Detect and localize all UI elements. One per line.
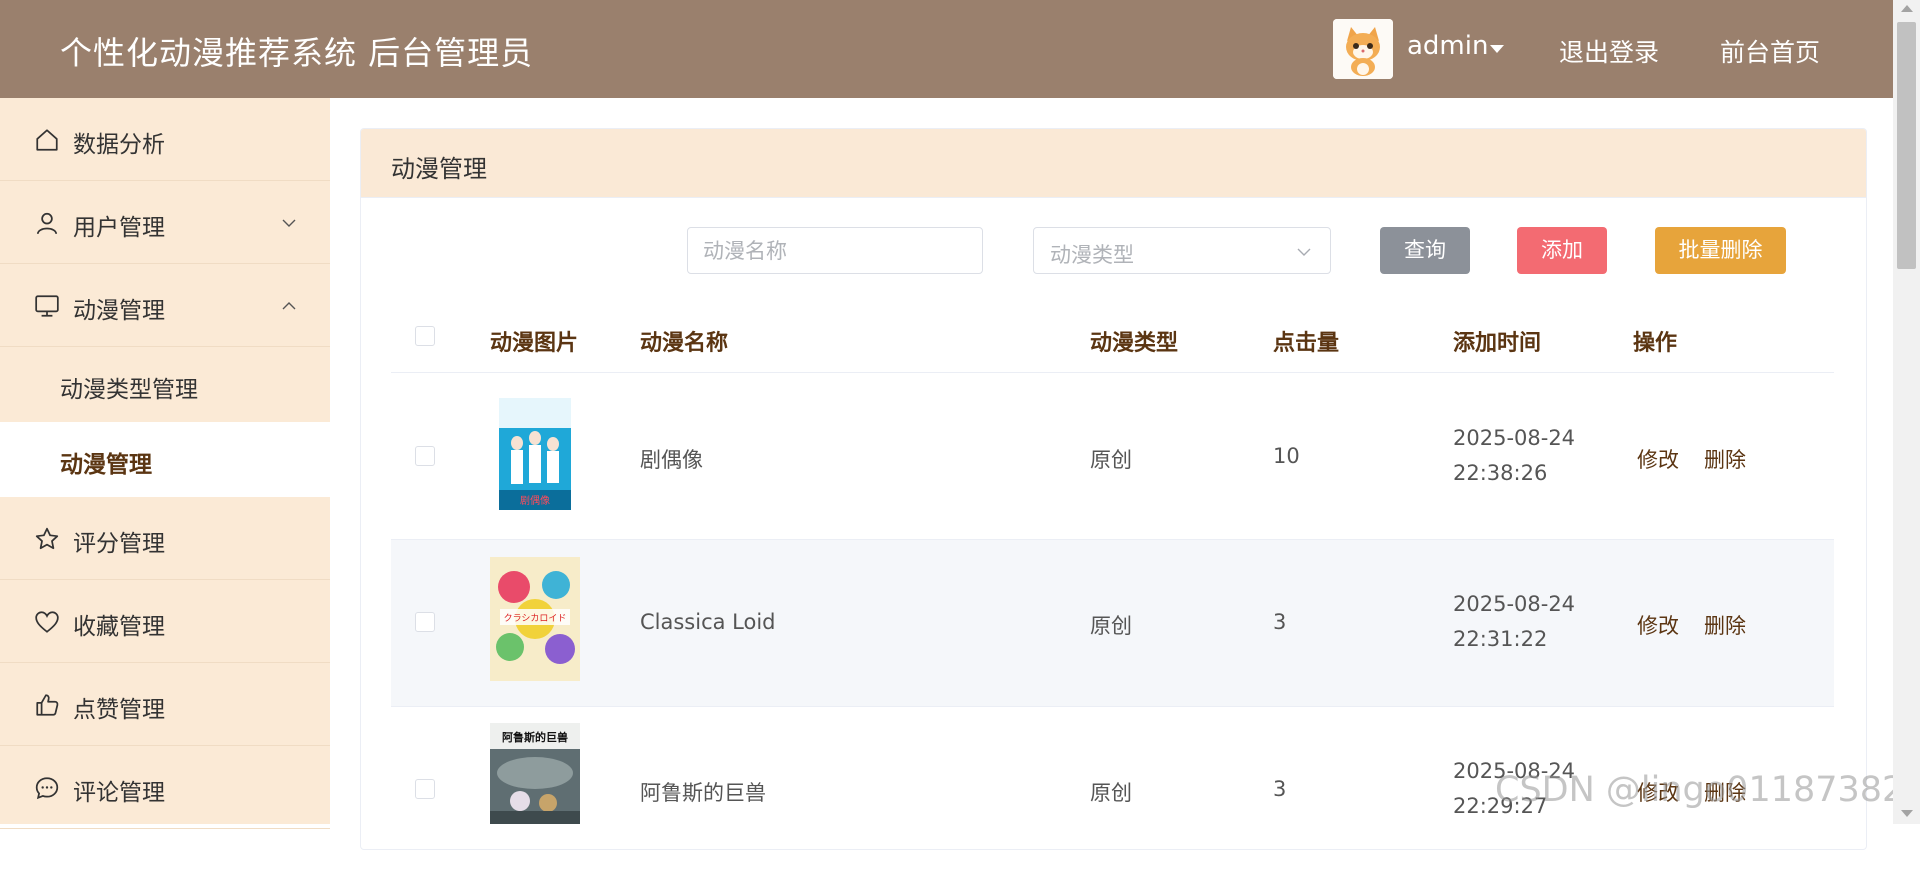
chevron-down-icon[interactable] (1490, 45, 1504, 53)
home-icon (36, 129, 58, 151)
anime-poster: 剧偶像 (499, 398, 571, 510)
monitor-icon (35, 295, 59, 317)
clicks-cell: 3 (1273, 777, 1287, 801)
column-header-name: 动漫名称 (640, 331, 729, 356)
top-header: 个性化动漫推荐系统 后台管理员 admin 退出登录 前台首页 (0, 0, 1920, 98)
sidebar-item-label: 收藏管理 (73, 614, 165, 640)
star-icon (35, 527, 59, 550)
sidebar-item-user-management[interactable]: 用户管理 (0, 181, 330, 264)
chat-bubble-icon (35, 777, 59, 800)
row-checkbox[interactable] (415, 446, 435, 466)
heart-icon (35, 611, 59, 633)
chevron-up-icon (282, 302, 296, 310)
delete-link[interactable]: 删除 (1704, 444, 1746, 474)
sidebar-item-label: 点赞管理 (73, 697, 165, 723)
sidebar-item-label: 评论管理 (73, 780, 165, 806)
anime-type-select-placeholder: 动漫类型 (1050, 243, 1134, 267)
edit-link[interactable]: 修改 (1637, 610, 1679, 640)
anime-type-cell: 原创 (1090, 781, 1132, 805)
poster-title-text: 剧偶像 (520, 494, 550, 507)
sidebar-item-anime-management[interactable]: 动漫管理 (0, 264, 330, 347)
sidebar-item-likes-management[interactable]: 点赞管理 (0, 663, 330, 746)
added-date: 2025-08-24 (1453, 426, 1576, 450)
sidebar-item-data-analysis[interactable]: 数据分析 (0, 98, 330, 181)
user-avatar[interactable] (1333, 19, 1393, 79)
chevron-down-icon (1297, 248, 1311, 256)
sidebar: 数据分析 用户管理 动漫管理 动漫类型管理 动漫管理 评分管理 收藏管理 点赞管… (0, 98, 330, 829)
anime-type-cell: 原创 (1090, 614, 1132, 638)
anime-name-cell: 剧偶像 (640, 448, 703, 472)
scrollbar-thumb[interactable] (1897, 22, 1916, 269)
column-header-image: 动漫图片 (490, 331, 579, 356)
sidebar-item-rating-management[interactable]: 评分管理 (0, 497, 330, 580)
sidebar-item-label: 动漫管理 (73, 298, 165, 324)
added-date: 2025-08-24 (1453, 592, 1576, 616)
panel-header: 动漫管理 (361, 129, 1866, 198)
sidebar-subitem-anime-type-management[interactable]: 动漫类型管理 (0, 347, 330, 422)
sidebar-subitem-anime-management[interactable]: 动漫管理 (0, 422, 330, 497)
sidebar-item-label: 数据分析 (73, 132, 165, 158)
sidebar-subitem-label: 动漫类型管理 (60, 377, 198, 403)
row-checkbox[interactable] (415, 779, 435, 799)
added-time-cell: 2025-08-24 22:38:26 (1453, 421, 1575, 491)
add-button[interactable]: 添加 (1517, 227, 1607, 274)
batch-delete-button[interactable]: 批量删除 (1655, 227, 1786, 274)
column-header-actions: 操作 (1633, 331, 1678, 356)
added-clock: 22:31:22 (1453, 627, 1548, 651)
anime-type-select[interactable]: 动漫类型 (1033, 227, 1331, 274)
chevron-down-icon (282, 219, 296, 227)
anime-poster: 阿鲁斯的巨兽 (490, 723, 580, 824)
sidebar-item-comment-management[interactable]: 评论管理 (0, 746, 330, 829)
anime-poster: クラシカロイド (490, 557, 580, 681)
column-header-type: 动漫类型 (1090, 331, 1179, 356)
sidebar-item-label: 用户管理 (73, 215, 165, 241)
scroll-down-arrow-icon[interactable] (1901, 810, 1913, 817)
sidebar-item-favorites-management[interactable]: 收藏管理 (0, 580, 330, 663)
select-all-checkbox[interactable] (415, 326, 435, 346)
poster-title-text: クラシカロイド (504, 613, 567, 624)
column-header-added-time: 添加时间 (1453, 331, 1542, 356)
anime-name-cell: 阿鲁斯的巨兽 (640, 781, 766, 805)
thumbs-up-icon (36, 694, 59, 716)
scroll-up-arrow-icon[interactable] (1901, 5, 1913, 12)
username-label[interactable]: admin (1407, 31, 1488, 61)
sidebar-subitem-label: 动漫管理 (60, 452, 152, 478)
clicks-cell: 10 (1273, 444, 1300, 468)
csdn-watermark: CSDN @lingo011873822 (1495, 770, 1920, 810)
anime-name-search-input[interactable] (687, 227, 983, 274)
anime-type-cell: 原创 (1090, 448, 1132, 472)
user-icon (36, 212, 58, 235)
query-button[interactable]: 查询 (1380, 227, 1470, 274)
anime-name-cell: Classica Loid (640, 610, 776, 634)
panel-title: 动漫管理 (391, 155, 487, 183)
delete-link[interactable]: 删除 (1704, 610, 1746, 640)
edit-link[interactable]: 修改 (1637, 444, 1679, 474)
front-home-link[interactable]: 前台首页 (1720, 33, 1820, 69)
added-clock: 22:38:26 (1453, 461, 1548, 485)
row-checkbox[interactable] (415, 612, 435, 632)
poster-title-text: 阿鲁斯的巨兽 (502, 730, 568, 744)
clicks-cell: 3 (1273, 610, 1287, 634)
sidebar-item-label: 评分管理 (73, 531, 165, 557)
column-header-clicks: 点击量 (1273, 331, 1340, 356)
added-time-cell: 2025-08-24 22:31:22 (1453, 587, 1575, 657)
app-title: 个性化动漫推荐系统 后台管理员 (60, 34, 534, 72)
logout-link[interactable]: 退出登录 (1559, 33, 1659, 69)
